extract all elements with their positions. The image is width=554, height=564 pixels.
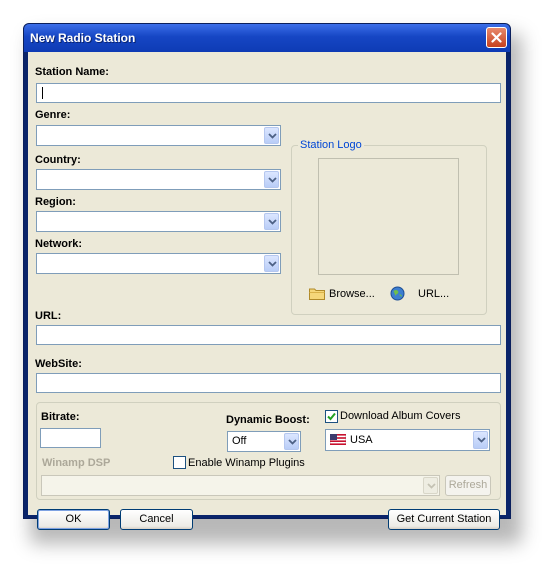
country-flag-value: USA: [350, 434, 373, 446]
options-group: Bitrate: Dynamic Boost: Off Download Alb…: [36, 402, 501, 500]
network-dropdown-button[interactable]: [264, 255, 279, 272]
chevron-down-icon: [268, 219, 277, 225]
get-current-station-button[interactable]: Get Current Station: [388, 509, 500, 530]
browse-label: Browse...: [329, 288, 375, 300]
dialog-body: Station Name: Genre: Country: Region: Ne…: [28, 52, 506, 530]
winamp-dsp-dropdown-button[interactable]: [423, 477, 438, 494]
station-logo-group: Station Logo Browse... URL...: [291, 139, 487, 315]
title-bar[interactable]: New Radio Station: [24, 24, 510, 52]
logo-url-label: URL...: [418, 288, 450, 300]
country-select[interactable]: [36, 169, 281, 190]
region-label: Region:: [35, 196, 76, 208]
station-name-input[interactable]: [36, 83, 501, 103]
logo-preview: [318, 158, 459, 275]
enable-plugins-label: Enable Winamp Plugins: [188, 457, 305, 469]
ok-button[interactable]: OK: [37, 509, 110, 530]
url-label: URL:: [35, 310, 62, 322]
url-input[interactable]: [36, 325, 501, 345]
window-title: New Radio Station: [30, 31, 136, 45]
globe-icon: [390, 286, 405, 301]
website-input[interactable]: [36, 373, 501, 393]
download-covers-checkbox[interactable]: [325, 410, 338, 423]
folder-icon: [309, 288, 325, 300]
dynamic-boost-label: Dynamic Boost:: [226, 414, 310, 426]
chevron-down-icon: [427, 483, 436, 489]
chevron-down-icon: [477, 437, 486, 443]
station-name-label: Station Name:: [35, 66, 109, 78]
winamp-dsp-select[interactable]: [41, 475, 440, 496]
genre-label: Genre:: [35, 109, 71, 121]
winamp-dsp-label: Winamp DSP: [42, 457, 111, 469]
network-label: Network:: [35, 238, 83, 250]
chevron-down-icon: [268, 133, 277, 139]
bitrate-input[interactable]: [40, 428, 101, 448]
genre-dropdown-button[interactable]: [264, 127, 279, 144]
dynamic-boost-value: Off: [232, 435, 247, 447]
close-icon: [491, 32, 502, 43]
chevron-down-icon: [268, 261, 277, 267]
country-label: Country:: [35, 154, 81, 166]
country-flag-dropdown-button[interactable]: [473, 431, 488, 449]
station-logo-title: Station Logo: [298, 139, 364, 151]
enable-plugins-checkbox[interactable]: [173, 456, 186, 469]
checkmark-icon: [327, 412, 336, 421]
genre-select[interactable]: [36, 125, 281, 146]
cancel-button[interactable]: Cancel: [120, 509, 193, 530]
country-dropdown-button[interactable]: [264, 171, 279, 188]
network-select[interactable]: [36, 253, 281, 274]
website-label: WebSite:: [35, 358, 82, 370]
chevron-down-icon: [288, 439, 297, 445]
region-dropdown-button[interactable]: [264, 213, 279, 230]
download-covers-label: Download Album Covers: [340, 410, 461, 422]
dynamic-boost-select[interactable]: Off: [227, 431, 301, 452]
country-flag-select[interactable]: USA: [325, 429, 490, 451]
text-caret: [42, 87, 43, 99]
usa-flag-icon: [330, 434, 346, 445]
chevron-down-icon: [268, 177, 277, 183]
dialog-window: New Radio Station Station Name: Genre: C…: [23, 23, 511, 530]
refresh-button[interactable]: Refresh: [445, 475, 491, 496]
dynamic-boost-dropdown-button[interactable]: [284, 433, 299, 450]
bitrate-label: Bitrate:: [41, 411, 80, 423]
region-select[interactable]: [36, 211, 281, 232]
close-button[interactable]: [486, 27, 507, 48]
